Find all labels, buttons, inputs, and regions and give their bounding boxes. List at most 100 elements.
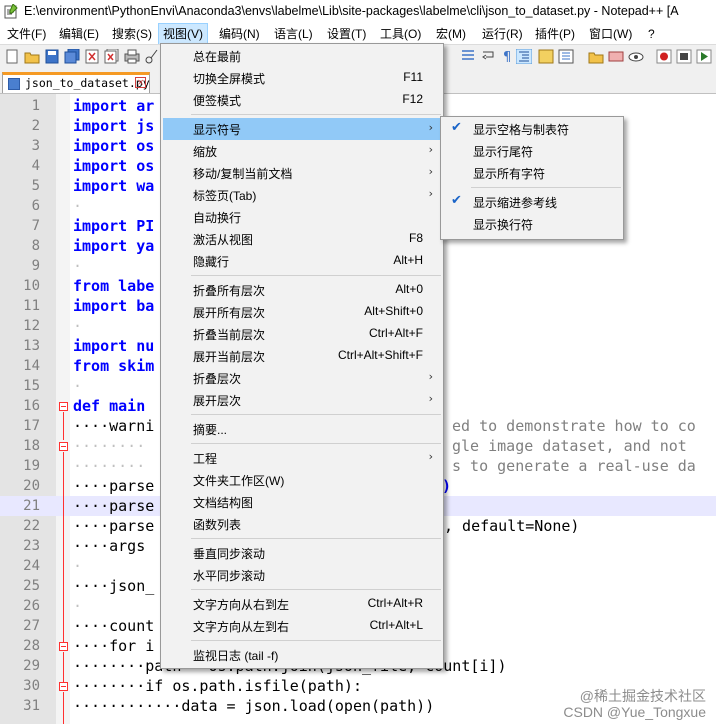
- menu-item-fullscreen[interactable]: 切换全屏模式 F11: [163, 67, 441, 89]
- menu-item-tab[interactable]: 标签页(Tab) ›: [163, 184, 441, 206]
- menu-item-move-clone-doc[interactable]: 移动/复制当前文档 ›: [163, 162, 441, 184]
- menu-separator: [191, 538, 441, 539]
- play-macro-icon[interactable]: [696, 49, 712, 64]
- submenu-item-show-whitespace[interactable]: ✔ 显示空格与制表符: [443, 118, 621, 140]
- menu-separator: [191, 589, 441, 590]
- window-title: E:\environment\PythonEnvi\Anaconda3\envs…: [24, 4, 679, 18]
- menu-item-document-map[interactable]: 文档结构图: [163, 491, 441, 513]
- menu-separator: [471, 187, 621, 188]
- indent-guide-icon[interactable]: [460, 49, 476, 64]
- menu-item-ltr[interactable]: 文字方向从左到右 Ctrl+Alt+L: [163, 615, 441, 637]
- menu-separator: [191, 275, 441, 276]
- menu-item-summary[interactable]: 摘要...: [163, 418, 441, 440]
- submenu-item-show-eol[interactable]: 显示行尾符: [443, 140, 621, 162]
- submenu-arrow-icon: ›: [428, 392, 433, 405]
- submenu-arrow-icon: ›: [428, 121, 433, 134]
- menu-item-sync-vertical[interactable]: 垂直同步滚动: [163, 542, 441, 564]
- menu-window[interactable]: 窗口(W): [585, 24, 636, 44]
- menu-search[interactable]: 搜索(S): [108, 24, 156, 44]
- check-icon: ✔: [451, 120, 462, 135]
- menu-item-focus-other-view[interactable]: 激活从视图 F8: [163, 228, 441, 250]
- menu-plugins[interactable]: 插件(P): [531, 24, 579, 44]
- menu-separator: [191, 640, 441, 641]
- menu-separator: [191, 414, 441, 415]
- menu-help[interactable]: ?: [644, 24, 659, 44]
- menu-item-folder-workspace[interactable]: 文件夹工作区(W): [163, 469, 441, 491]
- menu-separator: [191, 114, 441, 115]
- menu-item-project[interactable]: 工程 ›: [163, 447, 441, 469]
- record-macro-icon[interactable]: [656, 49, 672, 64]
- code-fragment: ed to demonstrate how to co: [452, 417, 696, 435]
- title-bar: E:\environment\PythonEnvi\Anaconda3\envs…: [0, 0, 716, 25]
- menu-edit[interactable]: 编辑(E): [55, 24, 103, 44]
- menu-item-word-wrap[interactable]: 自动换行: [163, 206, 441, 228]
- close-all-icon[interactable]: [104, 49, 120, 64]
- pilcrow-icon[interactable]: ¶: [500, 49, 516, 64]
- menu-item-fold-all[interactable]: 折叠所有层次 Alt+0: [163, 279, 441, 301]
- submenu-item-show-wrap-symbol[interactable]: 显示换行符: [443, 213, 621, 235]
- tab-close-icon[interactable]: ×: [135, 77, 146, 88]
- submenu-arrow-icon: ›: [428, 187, 433, 200]
- stop-macro-icon[interactable]: [676, 49, 692, 64]
- menu-macro[interactable]: 宏(M): [432, 24, 470, 44]
- fold-line: [63, 692, 64, 724]
- save-all-icon[interactable]: [64, 49, 80, 64]
- check-icon: ✔: [451, 193, 462, 208]
- fold-marker-icon[interactable]: [59, 682, 68, 691]
- menu-item-rtl[interactable]: 文字方向从右到左 Ctrl+Alt+R: [163, 593, 441, 615]
- menu-item-always-on-top[interactable]: 总在最前: [163, 45, 441, 67]
- submenu-arrow-icon: ›: [428, 450, 433, 463]
- fold-marker-icon[interactable]: [59, 442, 68, 451]
- code-fragment: s to generate a real-use da: [452, 457, 696, 475]
- fold-marker-icon[interactable]: [59, 402, 68, 411]
- menu-tools[interactable]: 工具(O): [376, 24, 425, 44]
- menu-item-fold-current[interactable]: 折叠当前层次 Ctrl+Alt+F: [163, 323, 441, 345]
- menu-item-hide-lines[interactable]: 隐藏行 Alt+H: [163, 250, 441, 272]
- submenu-arrow-icon: ›: [428, 370, 433, 383]
- menu-item-unfold-all[interactable]: 展开所有层次 Alt+Shift+0: [163, 301, 441, 323]
- menu-separator: [191, 443, 441, 444]
- new-file-icon[interactable]: [4, 49, 20, 64]
- cut-icon[interactable]: [144, 49, 160, 64]
- menu-language[interactable]: 语言(L): [270, 24, 317, 44]
- menu-item-unfold-level[interactable]: 展开层次 ›: [163, 389, 441, 411]
- menu-item-monitoring[interactable]: 监视日志 (tail -f): [163, 644, 441, 666]
- menu-item-zoom[interactable]: 缩放 ›: [163, 140, 441, 162]
- fold-marker-icon[interactable]: [59, 642, 68, 651]
- view-menu: 总在最前 切换全屏模式 F11 便签模式 F12 显示符号 › 缩放 › 移动/复制当前…: [160, 43, 444, 669]
- submenu-arrow-icon: ›: [428, 143, 433, 156]
- menu-file[interactable]: 文件(F): [3, 24, 50, 44]
- submenu-item-show-all-chars[interactable]: 显示所有字符: [443, 162, 621, 184]
- menu-encoding[interactable]: 编码(N): [215, 24, 264, 44]
- tab-label: json_to_dataset.py: [25, 76, 150, 90]
- eye-icon[interactable]: [628, 49, 644, 64]
- folder-workspace-icon[interactable]: [588, 49, 604, 64]
- menu-settings[interactable]: 设置(T): [323, 24, 370, 44]
- menu-item-function-list[interactable]: 函数列表: [163, 513, 441, 535]
- menu-item-show-symbol[interactable]: 显示符号 ›: [163, 118, 441, 140]
- indent-icon[interactable]: [516, 49, 532, 64]
- submenu-arrow-icon: ›: [428, 165, 433, 178]
- doc-map-icon[interactable]: [538, 49, 554, 64]
- fold-line: [63, 452, 64, 642]
- menu-item-sync-horizontal[interactable]: 水平同步滚动: [163, 564, 441, 586]
- notepadpp-icon: [4, 4, 18, 19]
- fold-line: [63, 412, 64, 440]
- menu-bar: 文件(F) 编辑(E) 搜索(S) 视图(V) 编码(N) 语言(L) 设置(T…: [0, 23, 716, 45]
- code-fragment: gle image dataset, and not: [452, 437, 687, 455]
- menu-item-postit[interactable]: 便签模式 F12: [163, 89, 441, 111]
- wrap-icon[interactable]: [480, 49, 496, 64]
- save-icon[interactable]: [44, 49, 60, 64]
- tab-json-to-dataset[interactable]: json_to_dataset.py ×: [2, 72, 150, 93]
- open-file-icon[interactable]: [24, 49, 40, 64]
- monitor-icon[interactable]: [608, 49, 624, 64]
- close-icon[interactable]: [84, 49, 100, 64]
- menu-item-unfold-current[interactable]: 展开当前层次 Ctrl+Alt+Shift+F: [163, 345, 441, 367]
- menu-item-fold-level[interactable]: 折叠层次 ›: [163, 367, 441, 389]
- code-fragment: , default=None): [444, 517, 580, 535]
- menu-view[interactable]: 视图(V): [158, 23, 208, 45]
- menu-run[interactable]: 运行(R): [478, 24, 527, 44]
- print-icon[interactable]: [124, 49, 140, 64]
- submenu-item-indent-guide[interactable]: ✔ 显示缩进参考线: [443, 191, 621, 213]
- function-list-icon[interactable]: [558, 49, 574, 64]
